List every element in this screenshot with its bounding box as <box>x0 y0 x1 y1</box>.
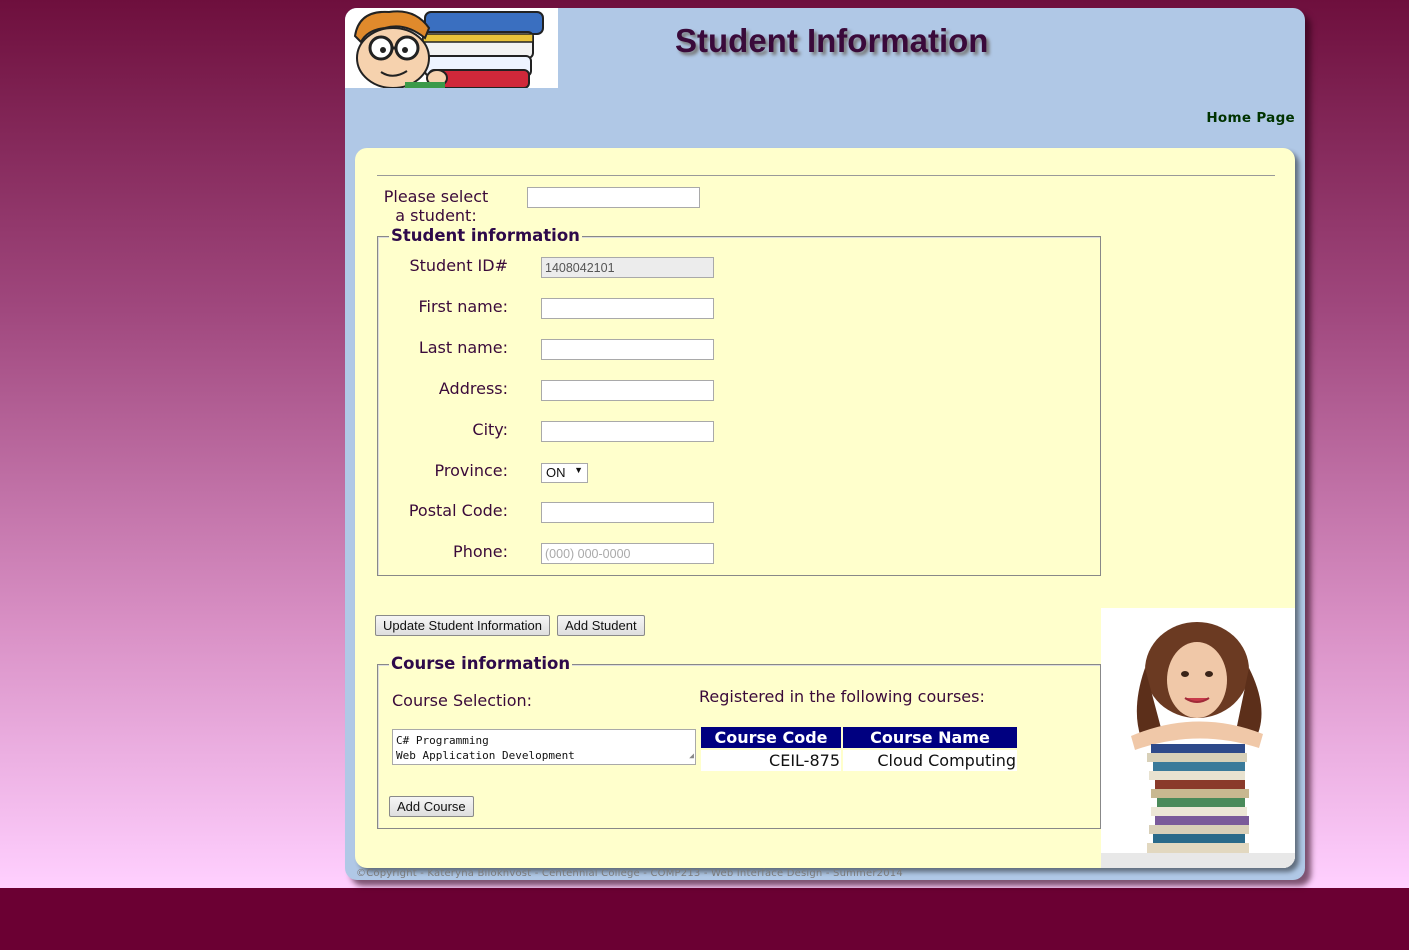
phone-field[interactable] <box>541 543 714 564</box>
dropdown-arrow-icon: ▼ <box>574 465 583 475</box>
course-option[interactable]: C# Programming <box>396 733 692 748</box>
student-info-legend: Student information <box>389 226 582 245</box>
province-select[interactable]: ON ▼ <box>541 463 588 483</box>
divider <box>377 175 1275 176</box>
address-field[interactable] <box>541 380 714 401</box>
student-info-fieldset <box>377 236 1101 576</box>
course-name-header: Course Name <box>843 727 1017 748</box>
course-selection-label: Course Selection: <box>392 691 533 710</box>
course-code-cell: CEIL-875 <box>701 750 841 771</box>
page-title: Student Information <box>675 22 989 59</box>
registered-courses-table: Course Code Course Name CEIL-875 Cloud C… <box>699 725 1019 773</box>
copyright-text: ©Copyright - Kateryna Bilokhvost - Cente… <box>356 868 903 879</box>
select-student-input[interactable] <box>527 187 700 208</box>
student-id-field <box>541 257 714 278</box>
course-code-header: Course Code <box>701 727 841 748</box>
student-photo <box>1101 608 1295 868</box>
phone-label: Phone: <box>453 542 508 561</box>
girl-with-books-icon <box>1101 608 1295 868</box>
content-panel: Please select a student: Student informa… <box>355 148 1295 868</box>
table-row: CEIL-875 Cloud Computing <box>701 750 1017 771</box>
add-course-button[interactable]: Add Course <box>389 796 474 817</box>
address-label: Address: <box>438 379 508 398</box>
first-name-field[interactable] <box>541 298 714 319</box>
postal-code-label: Postal Code: <box>408 501 508 520</box>
cartoon-student-icon <box>353 10 544 88</box>
course-selection-listbox[interactable]: C# Programming Web Application Developme… <box>392 729 696 765</box>
add-student-button[interactable]: Add Student <box>557 615 645 636</box>
province-select-value: ON <box>546 465 566 480</box>
course-name-cell: Cloud Computing <box>843 750 1017 771</box>
select-student-label: Please select a student: <box>383 187 489 225</box>
province-label: Province: <box>434 461 508 480</box>
student-id-label: Student ID# <box>409 256 508 275</box>
resize-handle-icon[interactable]: ◢ <box>689 748 694 763</box>
first-name-label: First name: <box>418 297 508 316</box>
course-option[interactable]: Web Application Development <box>396 748 692 763</box>
home-page-link[interactable]: Home Page <box>1206 110 1295 126</box>
update-student-button[interactable]: Update Student Information <box>375 615 550 636</box>
course-info-legend: Course information <box>389 654 573 673</box>
postal-code-field[interactable] <box>541 502 714 523</box>
main-container: Student Information Home Page Please sel… <box>345 8 1305 880</box>
last-name-field[interactable] <box>541 339 714 360</box>
city-field[interactable] <box>541 421 714 442</box>
city-label: City: <box>472 420 508 439</box>
last-name-label: Last name: <box>418 338 508 357</box>
logo-image <box>345 8 558 88</box>
table-header-row: Course Code Course Name <box>701 727 1017 748</box>
registered-courses-label: Registered in the following courses: <box>699 687 985 706</box>
